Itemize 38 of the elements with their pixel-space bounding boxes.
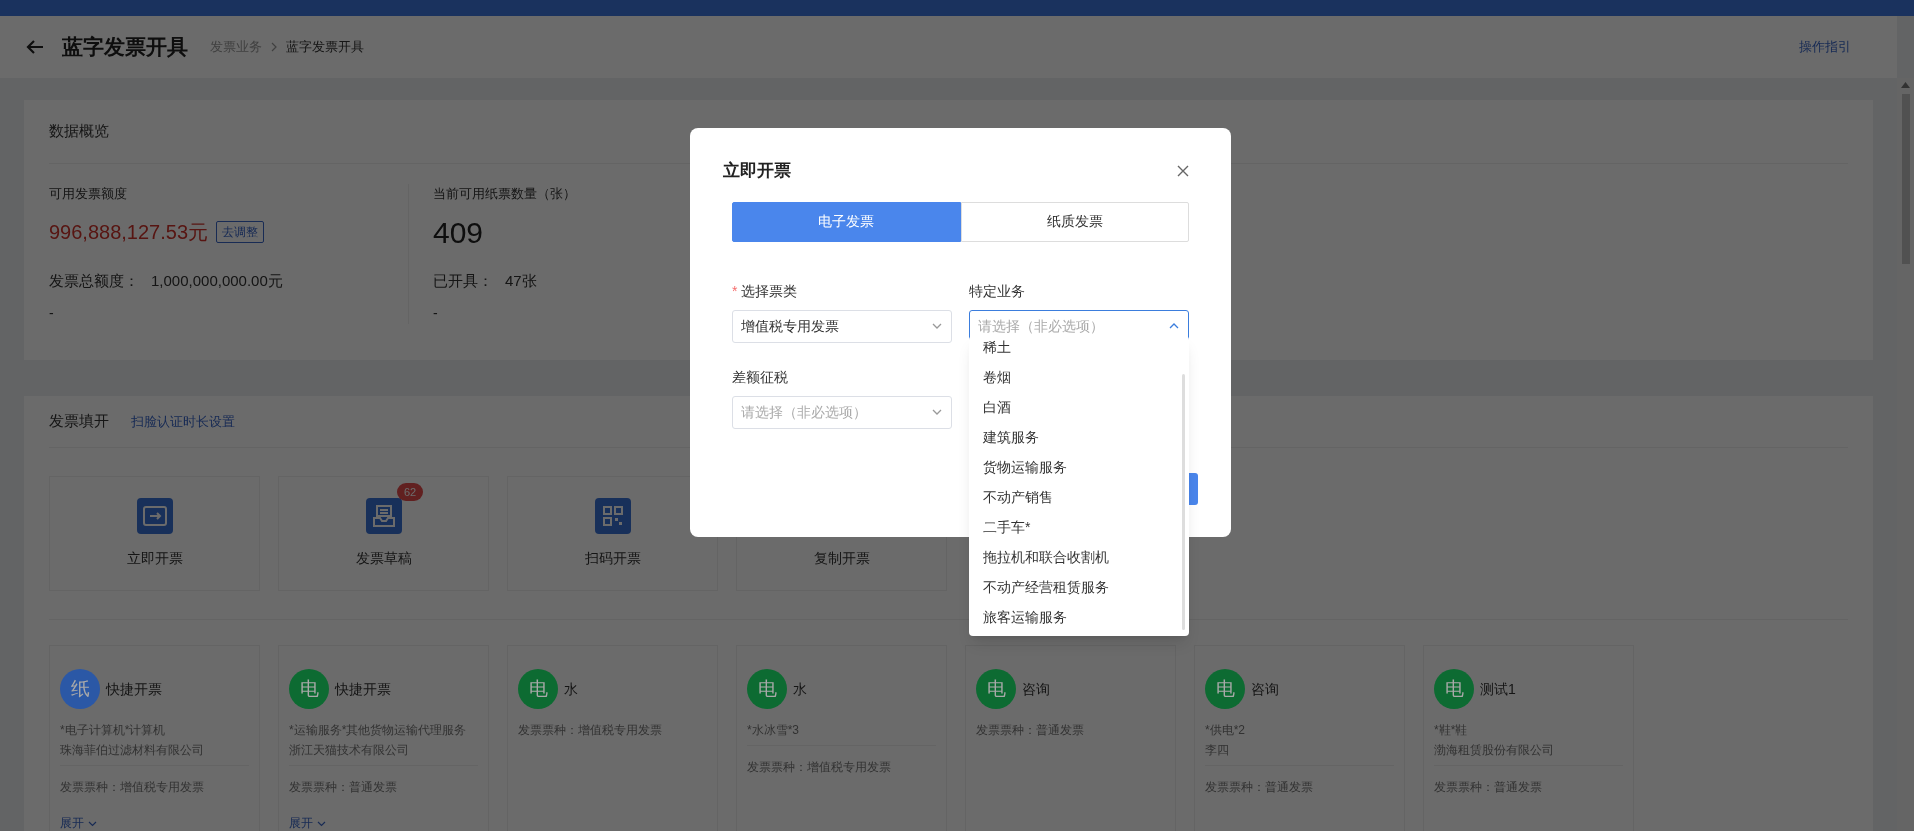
stat-label: 当前可用纸票数量（张） <box>433 185 577 203</box>
field-label: 特定业务 <box>969 282 1025 301</box>
count-badge: 62 <box>397 483 424 501</box>
stat-sub-value: 1,000,000,000.00元 <box>151 271 283 291</box>
stat-note: - <box>49 303 54 323</box>
field-label: 选择票类 <box>741 282 798 301</box>
avatar-badge: 电 <box>1205 669 1245 709</box>
template-title: 快捷开票 <box>106 679 162 699</box>
avatar-badge: 纸 <box>60 669 100 709</box>
action-label: 扫码开票 <box>584 549 641 568</box>
stat-value: 409 <box>433 214 484 251</box>
avatar-badge: 电 <box>1434 669 1474 709</box>
page-title: 蓝字发票开具 <box>62 34 188 61</box>
stat-label: 可用发票额度 <box>49 185 128 203</box>
template-title: 快捷开票 <box>335 679 391 699</box>
stat-value: 996,888,127.53元 <box>49 220 209 245</box>
modal-title: 立即开票 <box>723 160 791 182</box>
avatar-badge: 电 <box>518 669 558 709</box>
field-label: 差额征税 <box>732 368 788 387</box>
section-title: 数据概览 <box>49 121 109 142</box>
action-label: 复制开票 <box>813 549 870 568</box>
template-title: 水 <box>793 679 807 699</box>
stat-sub-label: 已开具： <box>433 271 493 291</box>
required-mark: * <box>732 282 738 301</box>
avatar-badge: 电 <box>976 669 1016 709</box>
template-title: 测试1 <box>1480 679 1516 699</box>
avatar-badge: 电 <box>289 669 329 709</box>
stat-note: - <box>433 303 438 323</box>
avatar-badge: 电 <box>747 669 787 709</box>
section-title: 发票填开 <box>49 411 109 432</box>
stat-sub-label: 发票总额度： <box>49 271 139 291</box>
action-label: 立即开票 <box>126 549 183 568</box>
template-title: 水 <box>564 679 578 699</box>
stat-sub-value: 47张 <box>505 271 537 291</box>
action-label: 发票草稿 <box>355 549 412 568</box>
template-title: 咨询 <box>1251 679 1279 699</box>
breadcrumb-item: 蓝字发票开具 <box>286 38 364 57</box>
template-title: 咨询 <box>1022 679 1050 699</box>
